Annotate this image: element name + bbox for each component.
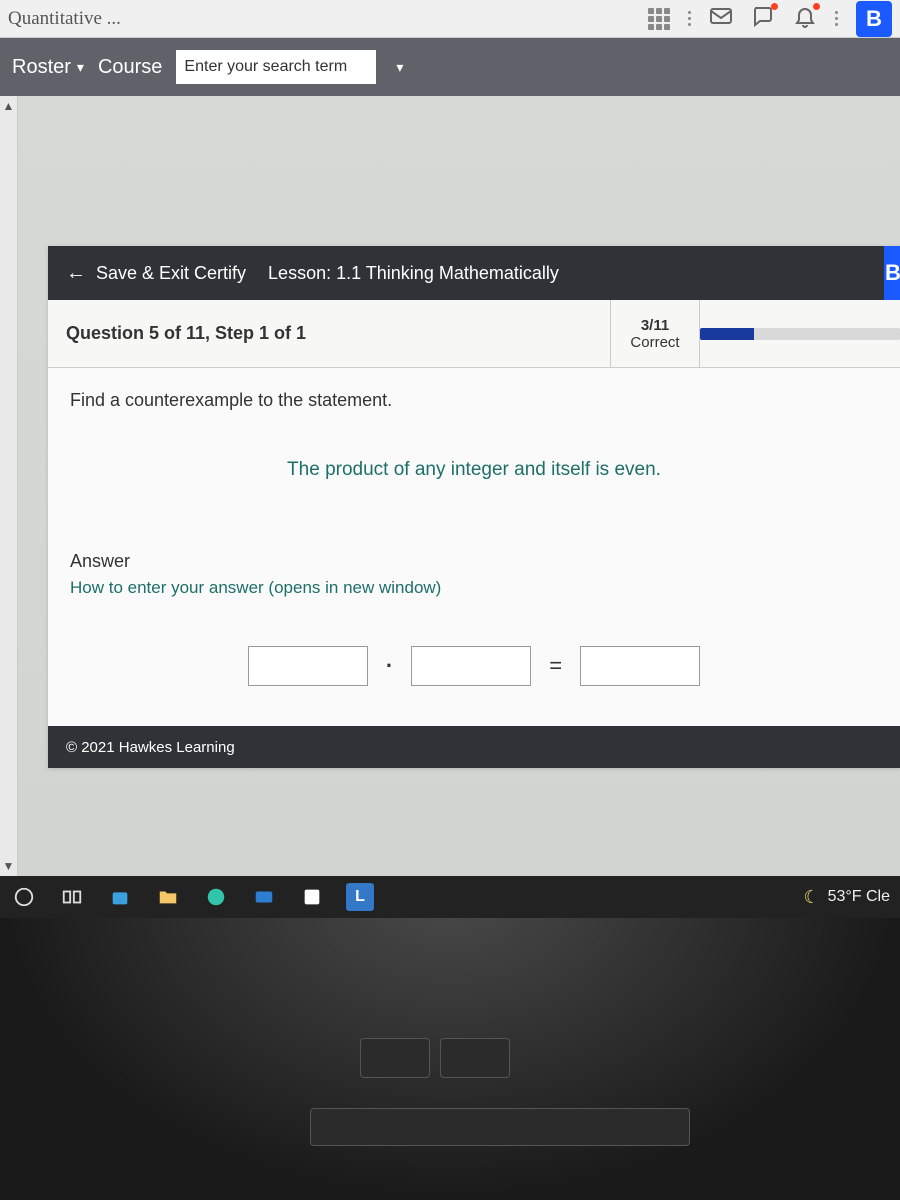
question-prompt: Find a counterexample to the statement.: [70, 390, 878, 411]
question-subheader: Question 5 of 11, Step 1 of 1 3/11 Corre…: [48, 300, 900, 368]
chevron-down-icon: ▾: [77, 59, 84, 76]
separator-dots-icon: [688, 11, 691, 26]
keyboard-photo-area: [0, 918, 900, 1200]
weather-text: 53°F Cle: [828, 888, 890, 906]
score-label: Correct: [630, 334, 679, 351]
mail-icon[interactable]: [709, 4, 733, 33]
scroll-down-arrow-icon[interactable]: ▼: [3, 856, 15, 876]
equals-sign: =: [549, 653, 562, 679]
score-pill: 3/11 Correct: [610, 300, 700, 367]
answer-help-link[interactable]: How to enter your answer (opens in new w…: [70, 578, 441, 598]
question-counter: Question 5 of 11, Step 1 of 1: [48, 300, 610, 367]
windows-taskbar: L ☾ 53°F Cle: [0, 876, 900, 918]
mail-app-icon[interactable]: [250, 883, 278, 911]
task-view-icon[interactable]: [58, 883, 86, 911]
browser-top-bar: Quantitative ... B: [0, 0, 900, 38]
save-exit-button[interactable]: ← Save & Exit Certify: [66, 262, 246, 285]
weather-widget[interactable]: ☾ 53°F Cle: [803, 887, 890, 908]
progress-column: [700, 300, 900, 367]
content-area: ← Save & Exit Certify Lesson: 1.1 Thinki…: [18, 96, 900, 876]
address-bar-fragment: Quantitative ...: [8, 8, 121, 30]
question-body: Find a counterexample to the statement. …: [48, 368, 900, 726]
save-exit-label: Save & Exit Certify: [96, 263, 246, 284]
factor-b-input[interactable]: [411, 646, 531, 686]
equation-row: · =: [70, 646, 878, 686]
chevron-down-icon[interactable]: ▾: [396, 59, 403, 76]
start-circle-icon[interactable]: [10, 883, 38, 911]
course-label: Course: [98, 56, 162, 79]
progress-fill: [700, 328, 754, 340]
answer-label: Answer: [70, 551, 878, 572]
edge-icon[interactable]: [202, 883, 230, 911]
lesson-card: ← Save & Exit Certify Lesson: 1.1 Thinki…: [48, 246, 900, 768]
chat-icon[interactable]: [751, 4, 775, 33]
factor-a-input[interactable]: [248, 646, 368, 686]
roster-dropdown[interactable]: Roster ▾: [12, 56, 84, 79]
lms-nav-bar: Roster ▾ Course Enter your search term ▾: [0, 38, 900, 96]
paint-icon[interactable]: [298, 883, 326, 911]
store-icon[interactable]: [106, 883, 134, 911]
apps-grid-icon[interactable]: [648, 8, 670, 30]
scroll-up-arrow-icon[interactable]: ▲: [3, 96, 15, 116]
vertical-scrollbar[interactable]: ▲ ▼: [0, 96, 18, 876]
course-dropdown-label[interactable]: Course: [98, 56, 162, 79]
search-input[interactable]: Enter your search term: [176, 50, 376, 84]
lesson-header: ← Save & Exit Certify Lesson: 1.1 Thinki…: [48, 246, 900, 300]
bell-icon[interactable]: [793, 4, 817, 33]
file-explorer-icon[interactable]: [154, 883, 182, 911]
progress-bar: [700, 328, 900, 340]
question-statement: The product of any integer and itself is…: [70, 459, 878, 481]
search-placeholder: Enter your search term: [184, 58, 347, 76]
back-arrow-icon: ←: [66, 262, 86, 285]
right-brand-badge: B: [884, 246, 900, 300]
product-input[interactable]: [580, 646, 700, 686]
multiply-dot: ·: [386, 653, 393, 679]
brand-badge[interactable]: B: [856, 1, 892, 37]
app-l-icon[interactable]: L: [346, 883, 374, 911]
score-fraction: 3/11: [641, 317, 669, 334]
lesson-title: Lesson: 1.1 Thinking Mathematically: [268, 263, 559, 284]
lesson-footer: © 2021 Hawkes Learning: [48, 726, 900, 768]
roster-label: Roster: [12, 56, 71, 79]
moon-icon: ☾: [803, 887, 819, 908]
more-dots-icon[interactable]: [835, 11, 838, 26]
